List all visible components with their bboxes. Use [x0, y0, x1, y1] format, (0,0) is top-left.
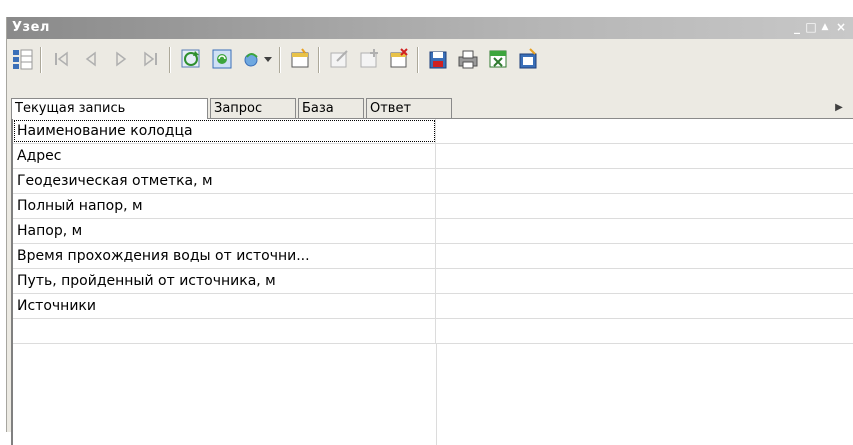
first-record-icon[interactable]: [49, 47, 73, 71]
tab-query[interactable]: Запрос: [210, 98, 296, 118]
tab-answer[interactable]: Ответ: [366, 98, 452, 118]
toolbar-separator: [169, 47, 171, 73]
window: Узел _ □ ▲ × Текущая запись Запрос База …: [6, 17, 853, 445]
print-icon[interactable]: [456, 47, 480, 71]
delete-record-icon[interactable]: [387, 47, 411, 71]
table-row[interactable]: Геодезическая отметка, м: [13, 169, 853, 194]
table-row[interactable]: Источники: [13, 294, 853, 319]
row-value[interactable]: [436, 144, 853, 168]
maximize-icon[interactable]: □: [804, 19, 818, 35]
row-name[interactable]: [13, 319, 436, 343]
add-record-icon[interactable]: [357, 47, 381, 71]
row-name[interactable]: Геодезическая отметка, м: [13, 169, 436, 193]
toolbar-separator: [40, 47, 42, 73]
tab-scroll-right-icon[interactable]: ▶: [828, 99, 850, 117]
previous-record-icon[interactable]: [79, 47, 103, 71]
sync-icon[interactable]: [210, 47, 234, 71]
row-name[interactable]: Время прохождения воды от источни...: [13, 244, 436, 268]
minimize-icon[interactable]: _: [790, 19, 804, 35]
row-name[interactable]: Напор, м: [13, 219, 436, 243]
row-name[interactable]: Путь, пройденный от источника, м: [13, 269, 436, 293]
toolbar-separator: [318, 47, 320, 73]
tab-base[interactable]: База: [298, 98, 364, 118]
row-value[interactable]: [436, 119, 853, 143]
row-value[interactable]: [436, 294, 853, 318]
table-row[interactable]: [13, 319, 853, 344]
row-value[interactable]: [436, 244, 853, 268]
row-name[interactable]: Наименование колодца: [13, 119, 436, 143]
next-record-icon[interactable]: [109, 47, 133, 71]
last-record-icon[interactable]: [139, 47, 163, 71]
row-value[interactable]: [436, 219, 853, 243]
restore-up-icon[interactable]: ▲: [818, 19, 832, 35]
row-name[interactable]: Источники: [13, 294, 436, 318]
close-icon[interactable]: ×: [834, 19, 848, 35]
row-value[interactable]: [436, 169, 853, 193]
refresh-icon[interactable]: [179, 47, 203, 71]
settings-icon[interactable]: [516, 47, 540, 71]
new-document-icon[interactable]: [288, 47, 312, 71]
table-row[interactable]: Напор, м: [13, 219, 853, 244]
properties-grid: Наименование колодца Адрес Геодезическая…: [11, 119, 853, 445]
edit-record-icon[interactable]: [327, 47, 351, 71]
row-name[interactable]: Адрес: [13, 144, 436, 168]
table-row[interactable]: Время прохождения воды от источни...: [13, 244, 853, 269]
row-name[interactable]: Полный напор, м: [13, 194, 436, 218]
toolbar-separator: [417, 47, 419, 73]
row-value[interactable]: [436, 319, 853, 343]
grid-menu-icon[interactable]: [11, 47, 35, 71]
table-row[interactable]: Наименование колодца: [13, 119, 853, 144]
chevron-down-icon[interactable]: [262, 47, 274, 71]
title-bar[interactable]: Узел _ □ ▲ ×: [7, 17, 853, 39]
window-title: Узел: [12, 20, 50, 35]
table-row[interactable]: Путь, пройденный от источника, м: [13, 269, 853, 294]
tab-strip: Текущая запись Запрос База Ответ ▶: [11, 98, 853, 119]
toolbar-separator: [279, 47, 281, 73]
row-value[interactable]: [436, 269, 853, 293]
tab-current-record[interactable]: Текущая запись: [11, 98, 208, 119]
toolbar: [7, 39, 853, 79]
export-excel-icon[interactable]: [486, 47, 510, 71]
table-row[interactable]: Полный напор, м: [13, 194, 853, 219]
column-divider: [436, 344, 437, 445]
table-row[interactable]: Адрес: [13, 144, 853, 169]
row-value[interactable]: [436, 194, 853, 218]
save-icon[interactable]: [426, 47, 450, 71]
